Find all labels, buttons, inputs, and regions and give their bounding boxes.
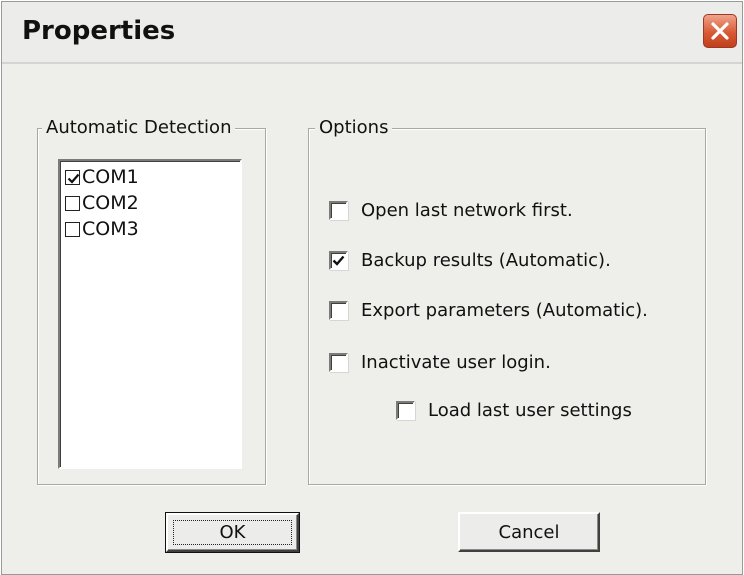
close-button[interactable] — [703, 14, 737, 48]
export-parameters-label: Export parameters (Automatic). — [361, 300, 648, 321]
com3-checkbox[interactable] — [65, 221, 80, 237]
com2-checkbox[interactable] — [65, 195, 80, 211]
option-inactivate-user-login[interactable]: Inactivate user login. — [329, 352, 551, 373]
inactivate-user-login-label: Inactivate user login. — [361, 352, 551, 373]
option-backup-results[interactable]: Backup results (Automatic). — [329, 250, 611, 271]
cancel-button-label: Cancel — [498, 521, 560, 543]
load-last-user-settings-checkbox[interactable] — [396, 401, 415, 420]
com1-label: COM1 — [82, 166, 139, 188]
open-last-network-checkbox[interactable] — [329, 201, 348, 220]
list-item-com1[interactable]: COM1 — [65, 164, 139, 190]
com-port-list[interactable]: COM1 COM2 COM3 — [58, 159, 242, 469]
checkmark-icon — [332, 255, 345, 266]
open-last-network-label: Open last network first. — [361, 200, 573, 221]
backup-results-label: Backup results (Automatic). — [361, 250, 611, 271]
checkmark-icon — [67, 173, 80, 184]
cancel-button[interactable]: Cancel — [458, 512, 600, 552]
list-item-com2[interactable]: COM2 — [65, 190, 139, 216]
com1-checkbox[interactable] — [65, 169, 80, 185]
option-open-last-network[interactable]: Open last network first. — [329, 200, 573, 221]
load-last-user-settings-label: Load last user settings — [428, 400, 632, 421]
automatic-detection-legend: Automatic Detection — [42, 117, 236, 138]
close-icon — [711, 22, 729, 40]
options-legend: Options — [315, 117, 393, 138]
title-bar[interactable]: Properties — [2, 2, 742, 64]
com2-label: COM2 — [82, 192, 139, 214]
ok-button[interactable]: OK — [165, 512, 300, 553]
option-load-last-user-settings[interactable]: Load last user settings — [396, 400, 632, 421]
com3-label: COM3 — [82, 218, 139, 240]
properties-dialog: Properties Automatic Detection COM1 COM2… — [1, 1, 743, 575]
export-parameters-checkbox[interactable] — [329, 301, 348, 320]
focus-ring — [173, 520, 292, 545]
dialog-title: Properties — [22, 16, 176, 46]
inactivate-user-login-checkbox[interactable] — [329, 353, 348, 372]
backup-results-checkbox[interactable] — [329, 251, 348, 270]
list-item-com3[interactable]: COM3 — [65, 216, 139, 242]
option-export-parameters[interactable]: Export parameters (Automatic). — [329, 300, 648, 321]
